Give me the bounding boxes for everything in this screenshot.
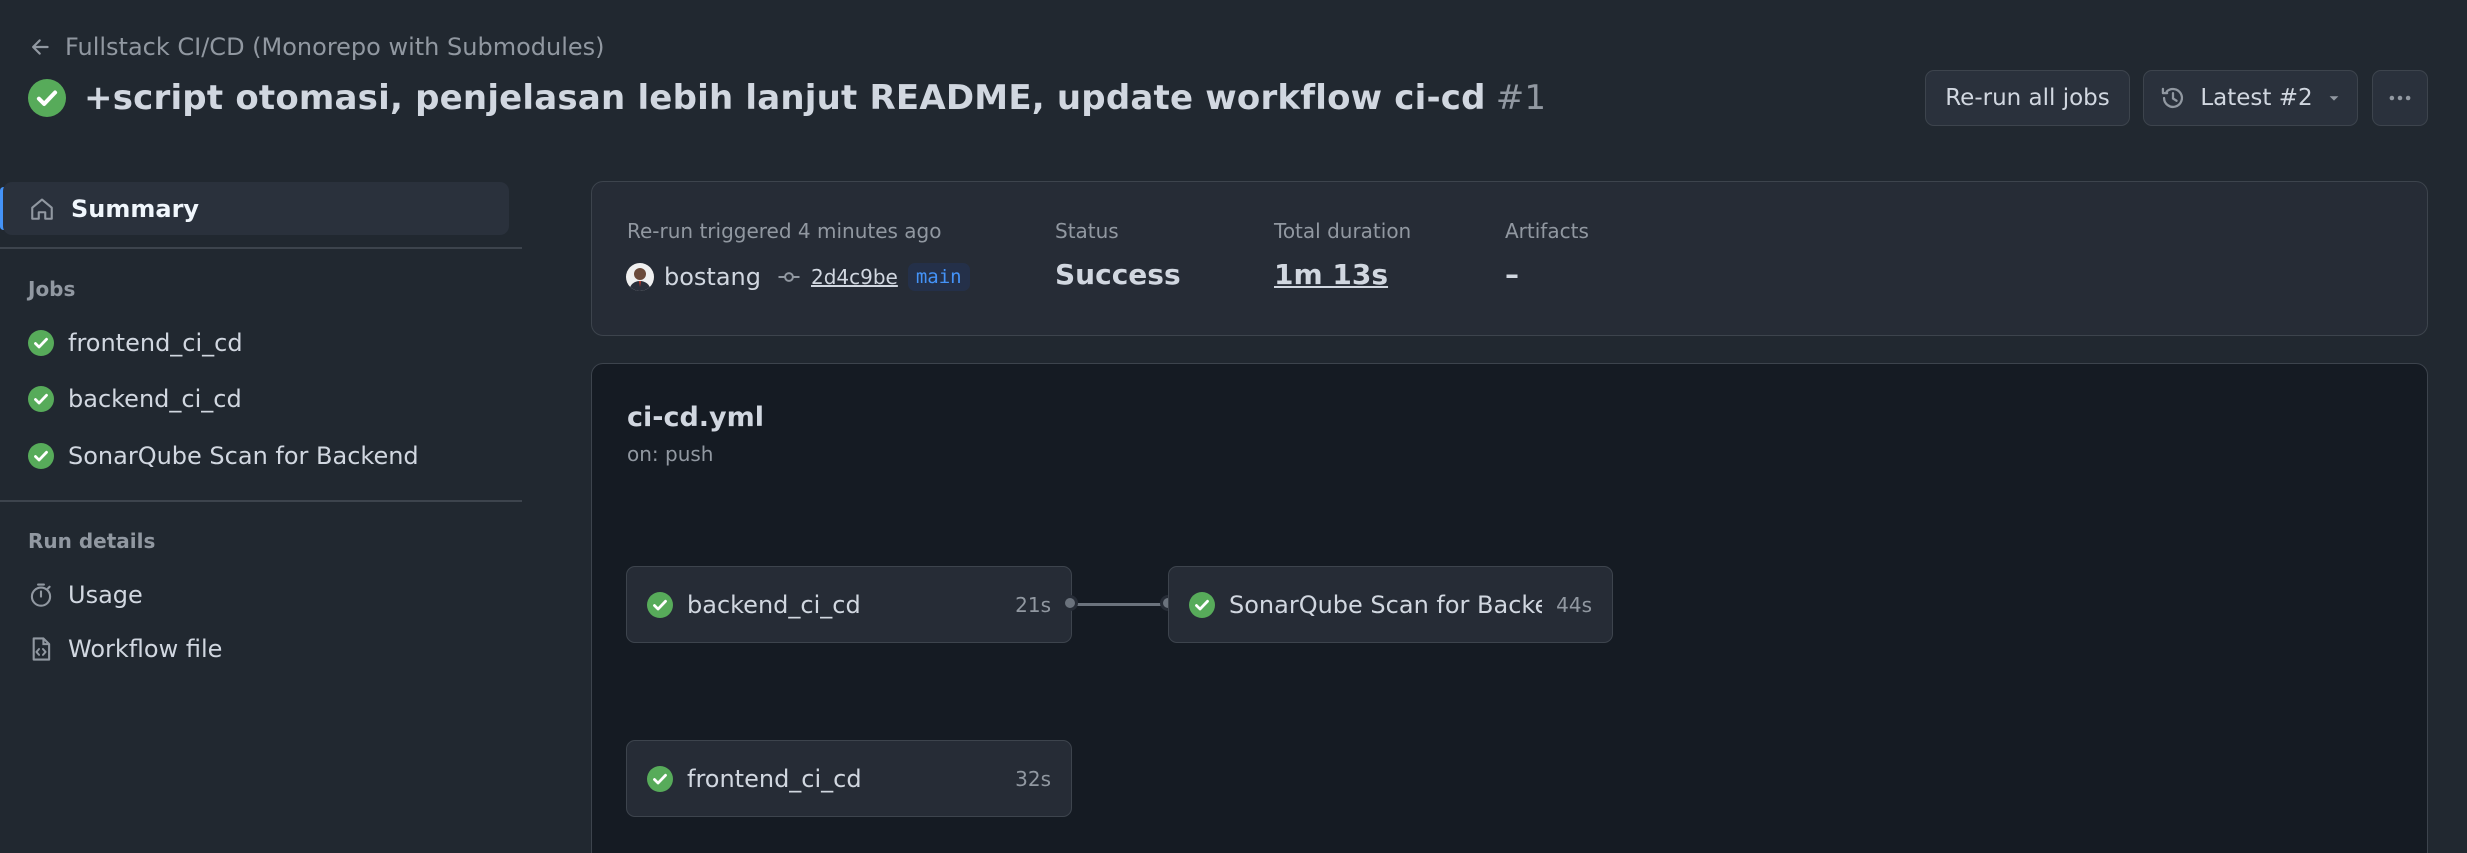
check-circle-fill-icon (28, 386, 54, 412)
duration-label: Total duration (1274, 219, 1412, 243)
workflow-file-name: ci-cd.yml (627, 402, 765, 433)
sidebar-job-sonarqube[interactable]: SonarQube Scan for Backend (28, 442, 419, 470)
sidebar-divider (0, 247, 522, 249)
check-circle-fill-icon (1189, 591, 1215, 618)
edge-node-out (1062, 595, 1078, 611)
job-duration: 44s (1556, 592, 1592, 617)
trigger-details: bostang 2d4c9be main (626, 263, 970, 291)
branch-badge[interactable]: main (907, 263, 970, 291)
sidebar-workflow-file-label: Workflow file (68, 635, 223, 663)
kebab-horizontal-icon (2387, 85, 2413, 111)
workflow-name: Fullstack CI/CD (Monorepo with Submodule… (65, 33, 605, 61)
check-circle-fill-icon (647, 591, 673, 618)
sidebar-job-label: backend_ci_cd (68, 385, 242, 413)
rerun-all-jobs-label: Re-run all jobs (1945, 85, 2110, 111)
workflow-trigger: on: push (627, 442, 714, 466)
job-duration: 32s (1015, 766, 1051, 791)
job-node-frontend[interactable]: frontend_ci_cd 32s (626, 740, 1072, 817)
check-circle-fill-icon (647, 765, 673, 792)
status-value: Success (1055, 258, 1181, 291)
sidebar-job-label: SonarQube Scan for Backend (68, 442, 419, 470)
check-circle-fill-icon (28, 79, 66, 117)
dependency-edge (1072, 603, 1168, 606)
run-title: +script otomasi, penjelasan lebih lanjut… (28, 78, 1546, 118)
avatar[interactable] (626, 263, 654, 291)
git-commit-icon (777, 265, 801, 289)
commit-sha-link[interactable]: 2d4c9be (811, 265, 898, 289)
triangle-down-icon (2327, 91, 2341, 105)
sidebar-item-usage[interactable]: Usage (28, 581, 143, 609)
back-to-workflow-link[interactable]: Fullstack CI/CD (Monorepo with Submodule… (29, 33, 605, 61)
rerun-all-jobs-button[interactable]: Re-run all jobs (1925, 70, 2130, 126)
sidebar-item-workflow-file[interactable]: Workflow file (28, 635, 222, 663)
latest-attempt-label: Latest #2 (2200, 85, 2313, 111)
page-title: +script otomasi, penjelasan lebih lanjut… (84, 78, 1486, 118)
file-code-icon (28, 636, 54, 662)
duration-value-link[interactable]: 1m 13s (1274, 258, 1388, 291)
sidebar-usage-label: Usage (68, 581, 143, 609)
arrow-left-icon (29, 36, 51, 58)
check-circle-fill-icon (28, 330, 54, 356)
latest-attempt-dropdown[interactable]: Latest #2 (2143, 70, 2358, 126)
history-icon (2160, 85, 2186, 111)
artifacts-label: Artifacts (1505, 219, 1589, 243)
job-node-backend[interactable]: backend_ci_cd 21s (626, 566, 1072, 643)
job-name: backend_ci_cd (687, 590, 861, 619)
sidebar-job-label: frontend_ci_cd (68, 329, 243, 357)
run-number: #1 (1495, 78, 1547, 118)
sidebar-divider (0, 500, 522, 502)
user-link[interactable]: bostang (664, 263, 761, 291)
stopwatch-icon (28, 582, 54, 608)
run-details-heading: Run details (28, 529, 156, 553)
job-name: SonarQube Scan for Backe... (1229, 590, 1543, 619)
check-circle-fill-icon (28, 443, 54, 469)
job-duration: 21s (1015, 592, 1051, 617)
sidebar-job-frontend[interactable]: frontend_ci_cd (28, 329, 243, 357)
sidebar-item-summary[interactable]: Summary (3, 182, 509, 235)
job-name: frontend_ci_cd (687, 764, 862, 793)
trigger-info: Re-run triggered 4 minutes ago (627, 219, 942, 243)
sidebar-summary-label: Summary (71, 194, 200, 223)
more-actions-button[interactable] (2372, 70, 2428, 126)
status-label: Status (1055, 219, 1119, 243)
job-node-sonarqube[interactable]: SonarQube Scan for Backe... 44s (1168, 566, 1613, 643)
sidebar-job-backend[interactable]: backend_ci_cd (28, 385, 242, 413)
artifacts-value: – (1505, 258, 1519, 291)
jobs-heading: Jobs (28, 277, 76, 301)
home-icon (29, 196, 55, 222)
